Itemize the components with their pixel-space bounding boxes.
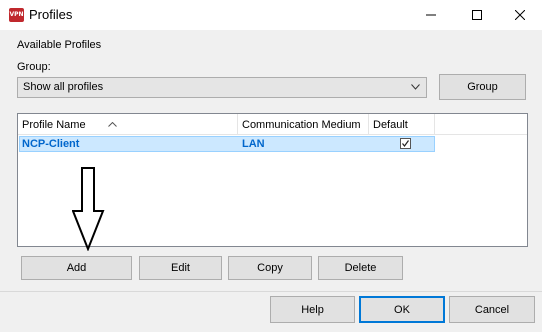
communication-medium-cell: LAN: [242, 138, 265, 150]
checkmark-icon: [402, 140, 409, 147]
ok-button[interactable]: OK: [359, 296, 445, 323]
window-title: Profiles: [29, 7, 73, 22]
list-header: Profile Name Communication Medium Defaul…: [18, 114, 527, 135]
dialog-body: Available Profiles Group: Show all profi…: [0, 30, 542, 332]
group-select-value: Show all profiles: [23, 81, 104, 93]
maximize-button[interactable]: [454, 0, 500, 30]
column-label: Profile Name: [22, 119, 86, 131]
minimize-button[interactable]: [408, 0, 454, 30]
cancel-button[interactable]: Cancel: [449, 296, 535, 323]
column-header-communication-medium[interactable]: Communication Medium: [238, 114, 369, 135]
column-label: Communication Medium: [242, 119, 361, 131]
close-button[interactable]: [497, 0, 542, 30]
maximize-icon: [472, 10, 482, 20]
table-row[interactable]: NCP-Client LAN: [19, 136, 435, 152]
column-label: Default: [373, 119, 408, 131]
column-header-default[interactable]: Default: [369, 114, 435, 135]
divider: [0, 291, 542, 292]
vpn-app-icon: VPN: [9, 8, 24, 22]
column-header-profile-name[interactable]: Profile Name: [18, 114, 238, 135]
minimize-icon: [426, 14, 436, 16]
down-arrow-annotation: [72, 167, 105, 251]
default-checkbox[interactable]: [400, 138, 411, 149]
add-button[interactable]: Add: [21, 256, 132, 280]
available-profiles-label: Available Profiles: [17, 39, 102, 51]
copy-button[interactable]: Copy: [228, 256, 312, 280]
group-button[interactable]: Group: [439, 74, 526, 100]
close-icon: [515, 10, 525, 20]
profile-name-cell: NCP-Client: [22, 138, 80, 150]
group-label: Group:: [17, 61, 51, 73]
help-button[interactable]: Help: [270, 296, 355, 323]
title-bar: VPN Profiles: [0, 0, 542, 30]
sort-ascending-icon: [108, 122, 117, 127]
group-select[interactable]: Show all profiles: [17, 77, 427, 98]
delete-button[interactable]: Delete: [318, 256, 403, 280]
chevron-down-icon: [411, 84, 420, 90]
edit-button[interactable]: Edit: [139, 256, 222, 280]
